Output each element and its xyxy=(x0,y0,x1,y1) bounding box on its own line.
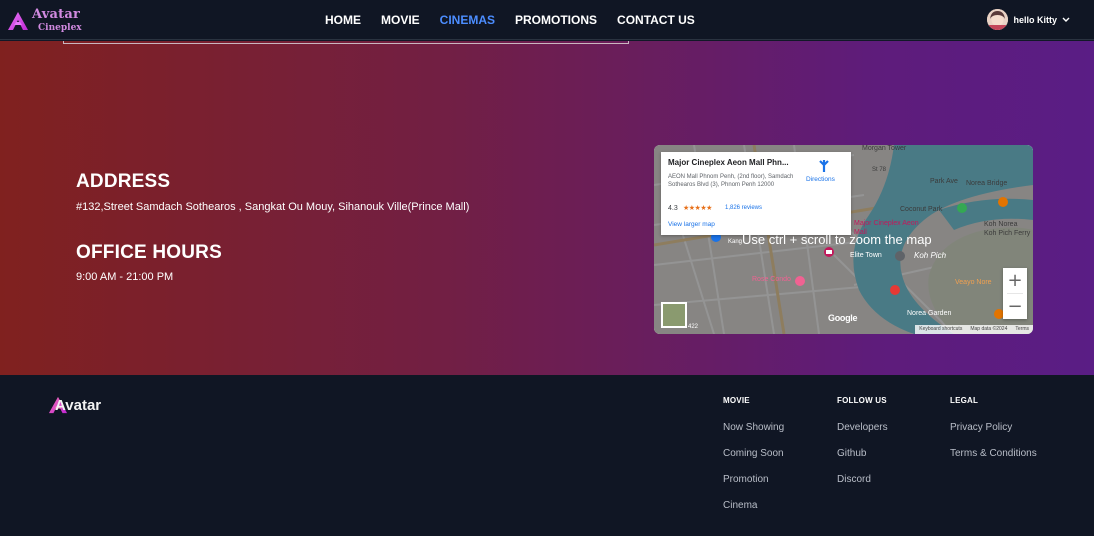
footer-col-legal: LEGAL Privacy Policy Terms & Conditions xyxy=(950,396,1037,474)
footer-col-movie: MOVIE Now Showing Coming Soon Promotion … xyxy=(723,396,784,526)
map-label-major-cineplex: Major Cineplex Aeon xyxy=(854,220,919,227)
brand-logo[interactable]: Avatar Cineplex xyxy=(7,6,97,36)
keyboard-shortcuts-link[interactable]: Keyboard shortcuts xyxy=(915,325,966,334)
footer-link-developers[interactable]: Developers xyxy=(837,422,888,448)
contact-hero: ADDRESS #132,Street Samdach Sothearos , … xyxy=(0,41,1094,375)
shop-icon xyxy=(795,276,805,286)
map-attribution: Keyboard shortcuts Map data ©2024 Terms xyxy=(915,325,1033,334)
place-name: Major Cineplex Aeon Mall Phn... xyxy=(668,158,789,167)
map-label-park-ave: Park Ave xyxy=(930,178,958,185)
site-footer: Avatar MOVIE Now Showing Coming Soon Pro… xyxy=(0,375,1094,536)
map-label-koh-pich-ferry: Koh Pich Ferry xyxy=(984,230,1031,237)
map-label-422: 422 xyxy=(688,324,699,330)
map-label-morgan-tower: Morgan Tower xyxy=(862,145,907,152)
footer-link-coming-soon[interactable]: Coming Soon xyxy=(723,448,784,474)
brand-title: Avatar xyxy=(32,7,81,22)
footer-heading-movie: MOVIE xyxy=(723,396,750,405)
footer-link-terms-conditions[interactable]: Terms & Conditions xyxy=(950,448,1037,474)
office-hours-heading: OFFICE HOURS xyxy=(76,242,222,263)
map-zoom-controls: + − xyxy=(1003,268,1027,319)
nav-contact-us[interactable]: CONTACT US xyxy=(617,13,695,27)
chevron-down-icon xyxy=(1062,17,1070,22)
google-map[interactable]: Morgan Tower St 78 Park Ave Norea Bridge… xyxy=(654,145,1033,334)
footer-link-promotion[interactable]: Promotion xyxy=(723,474,784,500)
google-logo: Google xyxy=(828,313,858,323)
footer-col-follow-us: FOLLOW US Developers Github Discord xyxy=(837,396,888,500)
rating-stars-icon: ★★★★★ xyxy=(683,205,712,212)
park-icon xyxy=(957,203,967,213)
map-zoom-hint: Use ctrl + scroll to zoom the map xyxy=(742,232,932,247)
map-label-st-78: St 78 xyxy=(872,167,887,173)
map-label-koh-norea: Koh Norea xyxy=(984,221,1018,228)
map-label-norea-garden: Norea Garden xyxy=(907,310,952,317)
view-larger-map-link[interactable]: View larger map xyxy=(668,221,715,228)
map-label-kang: Kang xyxy=(728,239,743,245)
nav-promotions[interactable]: PROMOTIONS xyxy=(515,13,597,27)
user-name: hello Kitty xyxy=(1013,14,1057,25)
footer-link-discord[interactable]: Discord xyxy=(837,474,888,500)
avatar xyxy=(987,9,1009,30)
poi-icon xyxy=(998,197,1008,207)
terms-link[interactable]: Terms xyxy=(1011,325,1033,334)
directions-icon[interactable] xyxy=(816,158,832,174)
footer-brand-name: Avatar xyxy=(55,397,102,414)
directions-link[interactable]: Directions xyxy=(806,176,835,183)
place-rating: 4.3 xyxy=(668,205,678,212)
map-label-koh-pich: Koh Pich xyxy=(914,251,947,260)
zoom-out-button[interactable]: − xyxy=(1003,294,1027,319)
search-box-edge xyxy=(63,41,629,44)
map-pin-icon xyxy=(824,247,834,257)
zoom-in-button[interactable]: + xyxy=(1003,268,1027,293)
address-text: #132,Street Samdach Sothearos , Sangkat … xyxy=(76,201,470,213)
place-info-card: Major Cineplex Aeon Mall Phn... AEON Mal… xyxy=(661,152,851,235)
map-label-veayo-nore: Veayo Nore xyxy=(955,279,992,286)
satellite-toggle-button[interactable] xyxy=(661,302,687,328)
place-icon xyxy=(895,251,905,261)
map-data-text: Map data ©2024 xyxy=(970,326,1008,332)
footer-link-cinema[interactable]: Cinema xyxy=(723,500,784,526)
nav-movie[interactable]: MOVIE xyxy=(381,13,420,27)
footer-heading-follow-us: FOLLOW US xyxy=(837,396,887,405)
map-label-elite-town: Elite Town xyxy=(850,252,882,259)
main-nav: HOME MOVIE CINEMAS PROMOTIONS CONTACT US xyxy=(325,0,715,40)
top-navbar: Avatar Cineplex HOME MOVIE CINEMAS PROMO… xyxy=(0,0,1094,40)
map-label-norea-bridge: Norea Bridge xyxy=(966,180,1008,187)
hotel-icon xyxy=(890,285,900,295)
office-hours-text: 9:00 AM - 21:00 PM xyxy=(76,271,174,283)
brand-a-icon xyxy=(8,12,28,30)
map-label-rose-condo: Rose Condo xyxy=(752,276,791,283)
place-reviews-link[interactable]: 1,826 reviews xyxy=(725,205,762,211)
footer-link-privacy-policy[interactable]: Privacy Policy xyxy=(950,422,1037,448)
user-menu[interactable]: hello Kitty xyxy=(987,9,1070,30)
place-address: AEON Mall Phnom Penh, (2nd floor), Samda… xyxy=(668,174,794,188)
footer-heading-legal: LEGAL xyxy=(950,396,979,405)
footer-link-now-showing[interactable]: Now Showing xyxy=(723,422,784,448)
map-label-coconut-park: Coconut Park xyxy=(900,206,943,213)
nav-home[interactable]: HOME xyxy=(325,13,361,27)
address-heading: ADDRESS xyxy=(76,171,171,192)
nav-cinemas[interactable]: CINEMAS xyxy=(440,13,495,27)
brand-subtitle: Cineplex xyxy=(38,23,82,33)
footer-link-github[interactable]: Github xyxy=(837,448,888,474)
